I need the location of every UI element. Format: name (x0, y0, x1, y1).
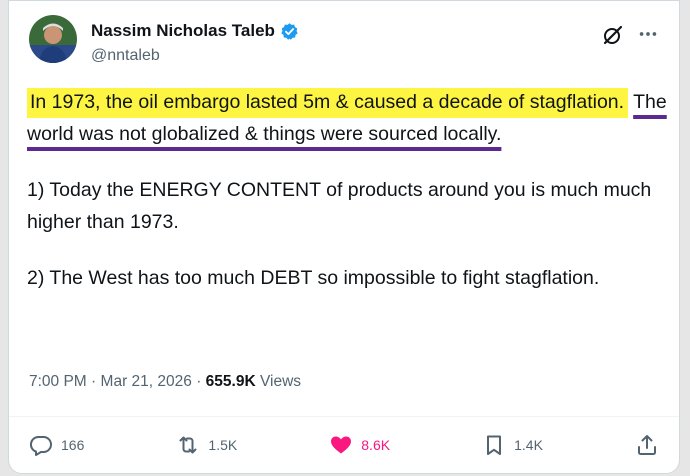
like-button[interactable]: 8.6K (329, 433, 390, 457)
bookmark-icon (487, 435, 502, 455)
repost-icon (179, 436, 197, 454)
repost-count: 1.5K (208, 437, 238, 453)
bookmark-count: 1.4K (514, 437, 543, 453)
reply-button[interactable]: 166 (29, 433, 84, 457)
post-date[interactable]: Mar 21, 2026 (101, 373, 192, 390)
tweet-meta: 7:00 PM · Mar 21, 2026 · 655.9K Views (29, 373, 302, 390)
heart-icon (331, 436, 352, 454)
like-count: 8.6K (361, 437, 391, 453)
reply-count: 166 (61, 437, 85, 453)
bookmark-button[interactable]: 1.4K (482, 433, 543, 457)
views-label: Views (259, 373, 302, 390)
views-count: 655.9K (205, 373, 256, 390)
author-handle[interactable]: @nntaleb (91, 47, 160, 65)
tweet-card: Nassim Nicholas Taleb @nntaleb In 1973, … (8, 0, 680, 474)
action-bar: 166 1.5K 8.6K 1.4K (29, 433, 659, 457)
tweet-paragraph-1: In 1973, the oil embargo lasted 5m & cau… (27, 86, 667, 150)
share-button[interactable] (635, 433, 659, 457)
verified-badge-icon (281, 22, 298, 40)
tweet-paragraph-2: 1) Today the ENERGY CONTENT of products … (27, 179, 652, 233)
reply-icon (29, 435, 52, 456)
more-icon[interactable] (637, 23, 659, 45)
tweet-text: In 1973, the oil embargo lasted 5m & cau… (27, 86, 667, 294)
share-icon (637, 435, 656, 455)
divider (9, 416, 679, 417)
author-name-text[interactable]: Nassim Nicholas Taleb (91, 21, 275, 41)
highlighted-text: In 1973, the oil embargo lasted 5m & cau… (27, 88, 629, 118)
repost-button[interactable]: 1.5K (176, 433, 237, 457)
post-time[interactable]: 7:00 PM (29, 373, 87, 390)
grok-icon[interactable] (601, 23, 625, 47)
tweet-paragraph-3: 2) The West has too much DEBT so impossi… (27, 267, 600, 289)
author-name[interactable]: Nassim Nicholas Taleb (91, 21, 299, 41)
avatar[interactable] (29, 15, 77, 63)
